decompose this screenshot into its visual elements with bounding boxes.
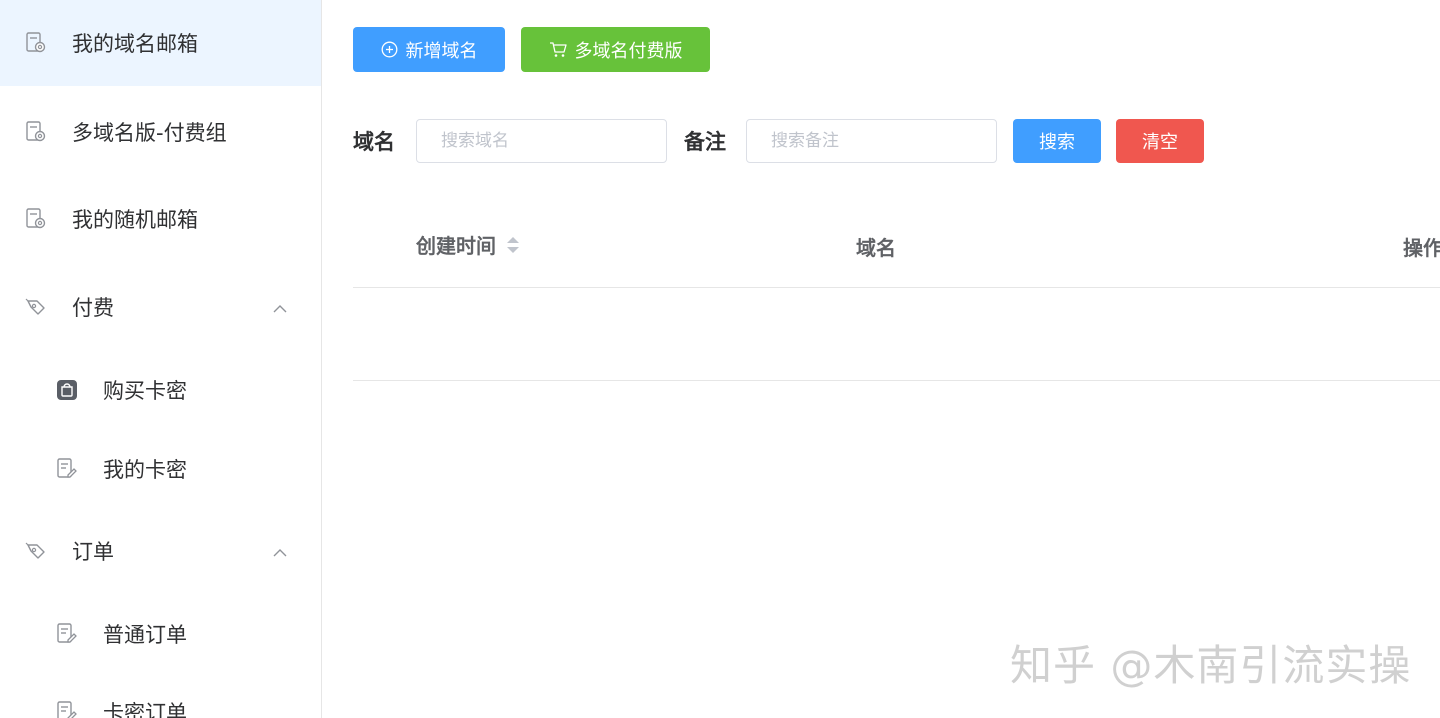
clear-button-label: 清空 xyxy=(1142,132,1178,153)
sidebar-item-label: 卡密订单 xyxy=(103,701,187,718)
multi-domain-paid-label: 多域名付费版 xyxy=(574,40,683,62)
mail-doc-icon xyxy=(25,208,47,230)
add-domain-button[interactable]: 新增域名 xyxy=(353,27,505,72)
remark-search-input[interactable] xyxy=(746,119,997,163)
document-edit-icon xyxy=(56,458,78,480)
chevron-up-icon[interactable] xyxy=(272,539,288,563)
app-window: 我的域名邮箱 多域名版-付费组 我的随机邮箱 付费 购买卡密 我的卡密 订单 普… xyxy=(0,0,1440,718)
table-header-divider xyxy=(353,287,1440,288)
sidebar-item-card-key-orders[interactable]: 卡密订单 xyxy=(0,674,321,718)
sidebar-item-label: 多域名版-付费组 xyxy=(72,121,227,145)
sidebar-item-my-card-keys[interactable]: 我的卡密 xyxy=(0,430,321,508)
tag-icon xyxy=(25,296,47,318)
multi-domain-paid-button[interactable]: 多域名付费版 xyxy=(521,27,710,72)
column-header-created-time[interactable]: 创建时间 xyxy=(416,230,520,259)
sidebar-item-label: 购买卡密 xyxy=(103,379,187,403)
domain-search-input[interactable] xyxy=(416,119,667,163)
search-button-label: 搜索 xyxy=(1039,132,1075,153)
mail-doc-icon xyxy=(25,32,47,54)
sidebar-item-label: 普通订单 xyxy=(103,623,187,647)
shopping-bag-icon xyxy=(56,379,78,401)
sidebar-item-my-random-mailbox[interactable]: 我的随机邮箱 xyxy=(0,176,321,262)
main-content: 新增域名 多域名付费版 域名 备注 搜索 清空 创建时间 域名 xyxy=(322,0,1440,718)
column-label: 域名 xyxy=(856,236,896,260)
column-header-actions: 操作 xyxy=(1403,232,1440,261)
document-edit-icon xyxy=(56,623,78,645)
column-header-domain: 域名 xyxy=(856,232,896,261)
plus-circle-icon xyxy=(381,41,398,58)
column-label: 创建时间 xyxy=(416,234,496,258)
sidebar: 我的域名邮箱 多域名版-付费组 我的随机邮箱 付费 购买卡密 我的卡密 订单 普… xyxy=(0,0,322,718)
document-edit-icon xyxy=(56,701,78,718)
sidebar-item-label: 我的卡密 xyxy=(103,458,187,482)
add-domain-label: 新增域名 xyxy=(405,40,478,62)
sidebar-item-buy-card-key[interactable]: 购买卡密 xyxy=(0,350,321,430)
sidebar-item-normal-orders[interactable]: 普通订单 xyxy=(0,594,321,674)
sidebar-item-label: 我的域名邮箱 xyxy=(72,32,198,56)
chevron-up-icon[interactable] xyxy=(272,295,288,319)
remark-label: 备注 xyxy=(684,130,726,154)
tag-icon xyxy=(25,540,47,562)
table-empty-row-divider xyxy=(353,380,1440,381)
sidebar-item-multi-domain-paid[interactable]: 多域名版-付费组 xyxy=(0,89,321,175)
sidebar-item-label: 我的随机邮箱 xyxy=(72,208,198,232)
domain-label: 域名 xyxy=(353,130,395,154)
sort-caret-icon[interactable] xyxy=(506,235,520,255)
clear-button[interactable]: 清空 xyxy=(1116,119,1204,163)
sidebar-item-label: 付费 xyxy=(72,296,114,320)
sidebar-item-label: 订单 xyxy=(72,540,114,564)
sidebar-submenu-payment[interactable]: 付费 xyxy=(0,264,321,350)
sidebar-item-my-domain-mailbox[interactable]: 我的域名邮箱 xyxy=(0,0,321,86)
search-button[interactable]: 搜索 xyxy=(1013,119,1101,163)
mail-doc-icon xyxy=(25,121,47,143)
watermark-text: 知乎 @木南引流实操 xyxy=(1010,641,1412,690)
sidebar-submenu-orders[interactable]: 订单 xyxy=(0,508,321,594)
shopping-cart-icon xyxy=(549,41,567,58)
column-label: 操作 xyxy=(1403,236,1440,260)
